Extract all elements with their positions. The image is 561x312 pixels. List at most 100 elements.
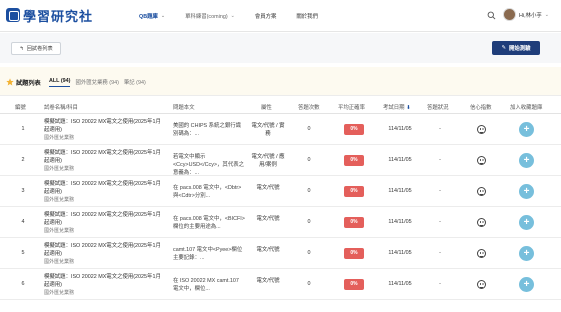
header-date[interactable]: 考試日期 ⬇: [383, 103, 411, 111]
header-confidence: 信心指數: [470, 105, 492, 111]
chevron-down-icon: ⌄: [160, 13, 166, 19]
exam-name: 模擬試題：ISO 20022 MX電文之使用(2025年1月起適用): [44, 119, 161, 133]
table-row[interactable]: 1 模擬試題：ISO 20022 MX電文之使用(2025年1月起適用) 國外匯兌業…: [0, 115, 561, 145]
table-row[interactable]: 4 模擬試題：ISO 20022 MX電文之使用(2025年1月起適用) 國外匯兌業…: [0, 208, 561, 238]
logo[interactable]: 學習研究社: [6, 6, 93, 25]
nav-item-label: 會員方案: [254, 14, 277, 20]
search-icon[interactable]: [487, 11, 496, 20]
answer-count: 0: [307, 157, 311, 163]
nav-item-membership[interactable]: 會員方案: [255, 0, 277, 32]
header-status: 答題狀況: [427, 105, 449, 111]
exam-date: 114/11/05: [388, 188, 412, 194]
accuracy-badge: 0%: [344, 155, 364, 166]
row-idx: 2: [21, 157, 25, 163]
filter-tabs: ALL (94) 國外匯兌業務 (94) 筆記 (94): [49, 78, 146, 87]
edit-icon: ✎: [501, 45, 506, 51]
header-rate: 平均正確率: [338, 105, 365, 111]
exam-date: 114/11/05: [388, 219, 412, 225]
question-text[interactable]: camt.107 電文中<Pyee>欄位主要記錄：...: [173, 246, 245, 262]
avatar: [503, 8, 516, 21]
header-collect: 加入收藏題庫: [510, 105, 543, 111]
logo-icon: [6, 8, 20, 22]
plus-icon: +: [523, 217, 530, 228]
neutral-face-icon[interactable]: [477, 218, 486, 227]
nav-item-about[interactable]: 關於我們: [296, 0, 318, 32]
table-row[interactable]: 6 模擬試題：ISO 20022 MX電文之使用(2025年1月起適用) 國外匯兌業…: [0, 270, 561, 300]
neutral-face-icon[interactable]: [477, 187, 486, 196]
row-idx: 3: [21, 188, 25, 194]
answer-status: -: [439, 219, 441, 225]
exam-name-cell: 模擬試題：ISO 20022 MX電文之使用(2025年1月起適用) 國外匯兌業務: [44, 180, 166, 204]
header-idx: 編號: [15, 105, 26, 111]
exam-name: 模擬試題：ISO 20022 MX電文之使用(2025年1月起適用): [44, 212, 161, 226]
neutral-face-icon[interactable]: [477, 156, 486, 165]
tab-all[interactable]: ALL (94): [49, 78, 71, 87]
exam-name: 模擬試題：ISO 20022 MX電文之使用(2025年1月起適用): [44, 181, 161, 195]
exam-name-cell: 模擬試題：ISO 20022 MX電文之使用(2025年1月起適用) 國外匯兌業務: [44, 149, 166, 173]
exam-subject: 國外匯兌業務: [44, 290, 75, 296]
back-arrow-icon: ↰: [19, 45, 24, 52]
question-text[interactable]: 在 pacs.008 電文中，<BICFI>欄位的主要用途為...: [173, 215, 245, 231]
plus-icon: +: [523, 279, 530, 290]
chevron-down-icon: ⌄: [544, 11, 549, 18]
accuracy-badge: 0%: [344, 279, 364, 290]
start-test-button[interactable]: ✎ 開始測驗: [492, 41, 540, 55]
neutral-face-icon[interactable]: [477, 125, 486, 134]
accuracy-badge: 0%: [344, 248, 364, 259]
exam-subject: 國外匯兌業務: [44, 197, 75, 203]
question-attr: 電文/代號: [256, 247, 280, 253]
add-to-collection-button[interactable]: +: [519, 153, 534, 168]
plus-icon: +: [523, 155, 530, 166]
neutral-face-icon[interactable]: [477, 280, 486, 289]
user-menu[interactable]: Hi,林小芋 ⌄: [503, 8, 549, 21]
question-text[interactable]: 若電文中顯示<Ccy>USD</Ccy>，其代表之意義為：...: [173, 153, 245, 177]
sort-down-icon: ⬇: [404, 105, 411, 111]
nav-item-label: 單科練習(coming): [185, 14, 228, 20]
exam-date: 114/11/05: [388, 157, 412, 163]
question-attr: 電文/代號: [256, 216, 280, 222]
nav-item-single-subject[interactable]: 單科練習(coming) ⌄: [185, 0, 235, 32]
accuracy-badge: 0%: [344, 217, 364, 228]
tab-notes[interactable]: 筆記 (94): [124, 78, 146, 87]
question-attr: 電文/代號: [256, 185, 280, 191]
row-idx: 4: [21, 219, 25, 225]
question-attr: 電文/代號 / 應用/案例: [251, 154, 285, 168]
question-attr: 電文/代號 / 實務: [251, 123, 285, 137]
plus-icon: +: [523, 186, 530, 197]
neutral-face-icon[interactable]: [477, 249, 486, 258]
answer-count: 0: [307, 281, 311, 287]
exam-subject: 國外匯兌業務: [44, 259, 75, 265]
main-nav: QB題庫 ⌄ 單科練習(coming) ⌄ 會員方案 關於我們: [139, 0, 338, 32]
start-button-label: 開始測驗: [508, 46, 531, 52]
back-button-label: 回試卷列表: [26, 46, 53, 52]
exam-name: 模擬試題：ISO 20022 MX電文之使用(2025年1月起適用): [44, 243, 161, 257]
answer-status: -: [439, 250, 441, 256]
add-to-collection-button[interactable]: +: [519, 246, 534, 261]
table-row[interactable]: 5 模擬試題：ISO 20022 MX電文之使用(2025年1月起適用) 國外匯兌業…: [0, 239, 561, 269]
question-text[interactable]: 在 pacs.008 電文中，<Dbtr>與<Cdtr>分別...: [173, 184, 245, 200]
exam-name: 模擬試題：ISO 20022 MX電文之使用(2025年1月起適用): [44, 274, 161, 288]
exam-name-cell: 模擬試題：ISO 20022 MX電文之使用(2025年1月起適用) 國外匯兌業務: [44, 273, 166, 297]
table-row[interactable]: 2 模擬試題：ISO 20022 MX電文之使用(2025年1月起適用) 國外匯兌業…: [0, 146, 561, 176]
add-to-collection-button[interactable]: +: [519, 122, 534, 137]
row-idx: 1: [21, 126, 25, 132]
question-text[interactable]: 在 ISO 20022 MX camt.107 電文中，欄位...: [173, 277, 245, 293]
row-idx: 6: [21, 281, 25, 287]
exam-date: 114/11/05: [388, 126, 412, 132]
add-to-collection-button[interactable]: +: [519, 277, 534, 292]
table-row[interactable]: 3 模擬試題：ISO 20022 MX電文之使用(2025年1月起適用) 國外匯兌業…: [0, 177, 561, 207]
tab-foreign-exchange[interactable]: 國外匯兌業務 (94): [75, 78, 118, 87]
add-to-collection-button[interactable]: +: [519, 184, 534, 199]
answer-count: 0: [307, 219, 311, 225]
answer-count: 0: [307, 126, 311, 132]
question-text[interactable]: 美國的 CHIPS 系統之銀行識別碼為：...: [173, 122, 245, 138]
star-icon: [6, 78, 14, 86]
header-date-label: 考試日期: [383, 105, 405, 111]
exam-name: 模擬試題：ISO 20022 MX電文之使用(2025年1月起適用): [44, 150, 161, 164]
accuracy-badge: 0%: [344, 124, 364, 135]
answer-status: -: [439, 188, 441, 194]
back-to-list-button[interactable]: ↰ 回試卷列表: [11, 42, 61, 55]
plus-icon: +: [523, 124, 530, 135]
add-to-collection-button[interactable]: +: [519, 215, 534, 230]
nav-item-qb[interactable]: QB題庫 ⌄: [139, 0, 165, 32]
